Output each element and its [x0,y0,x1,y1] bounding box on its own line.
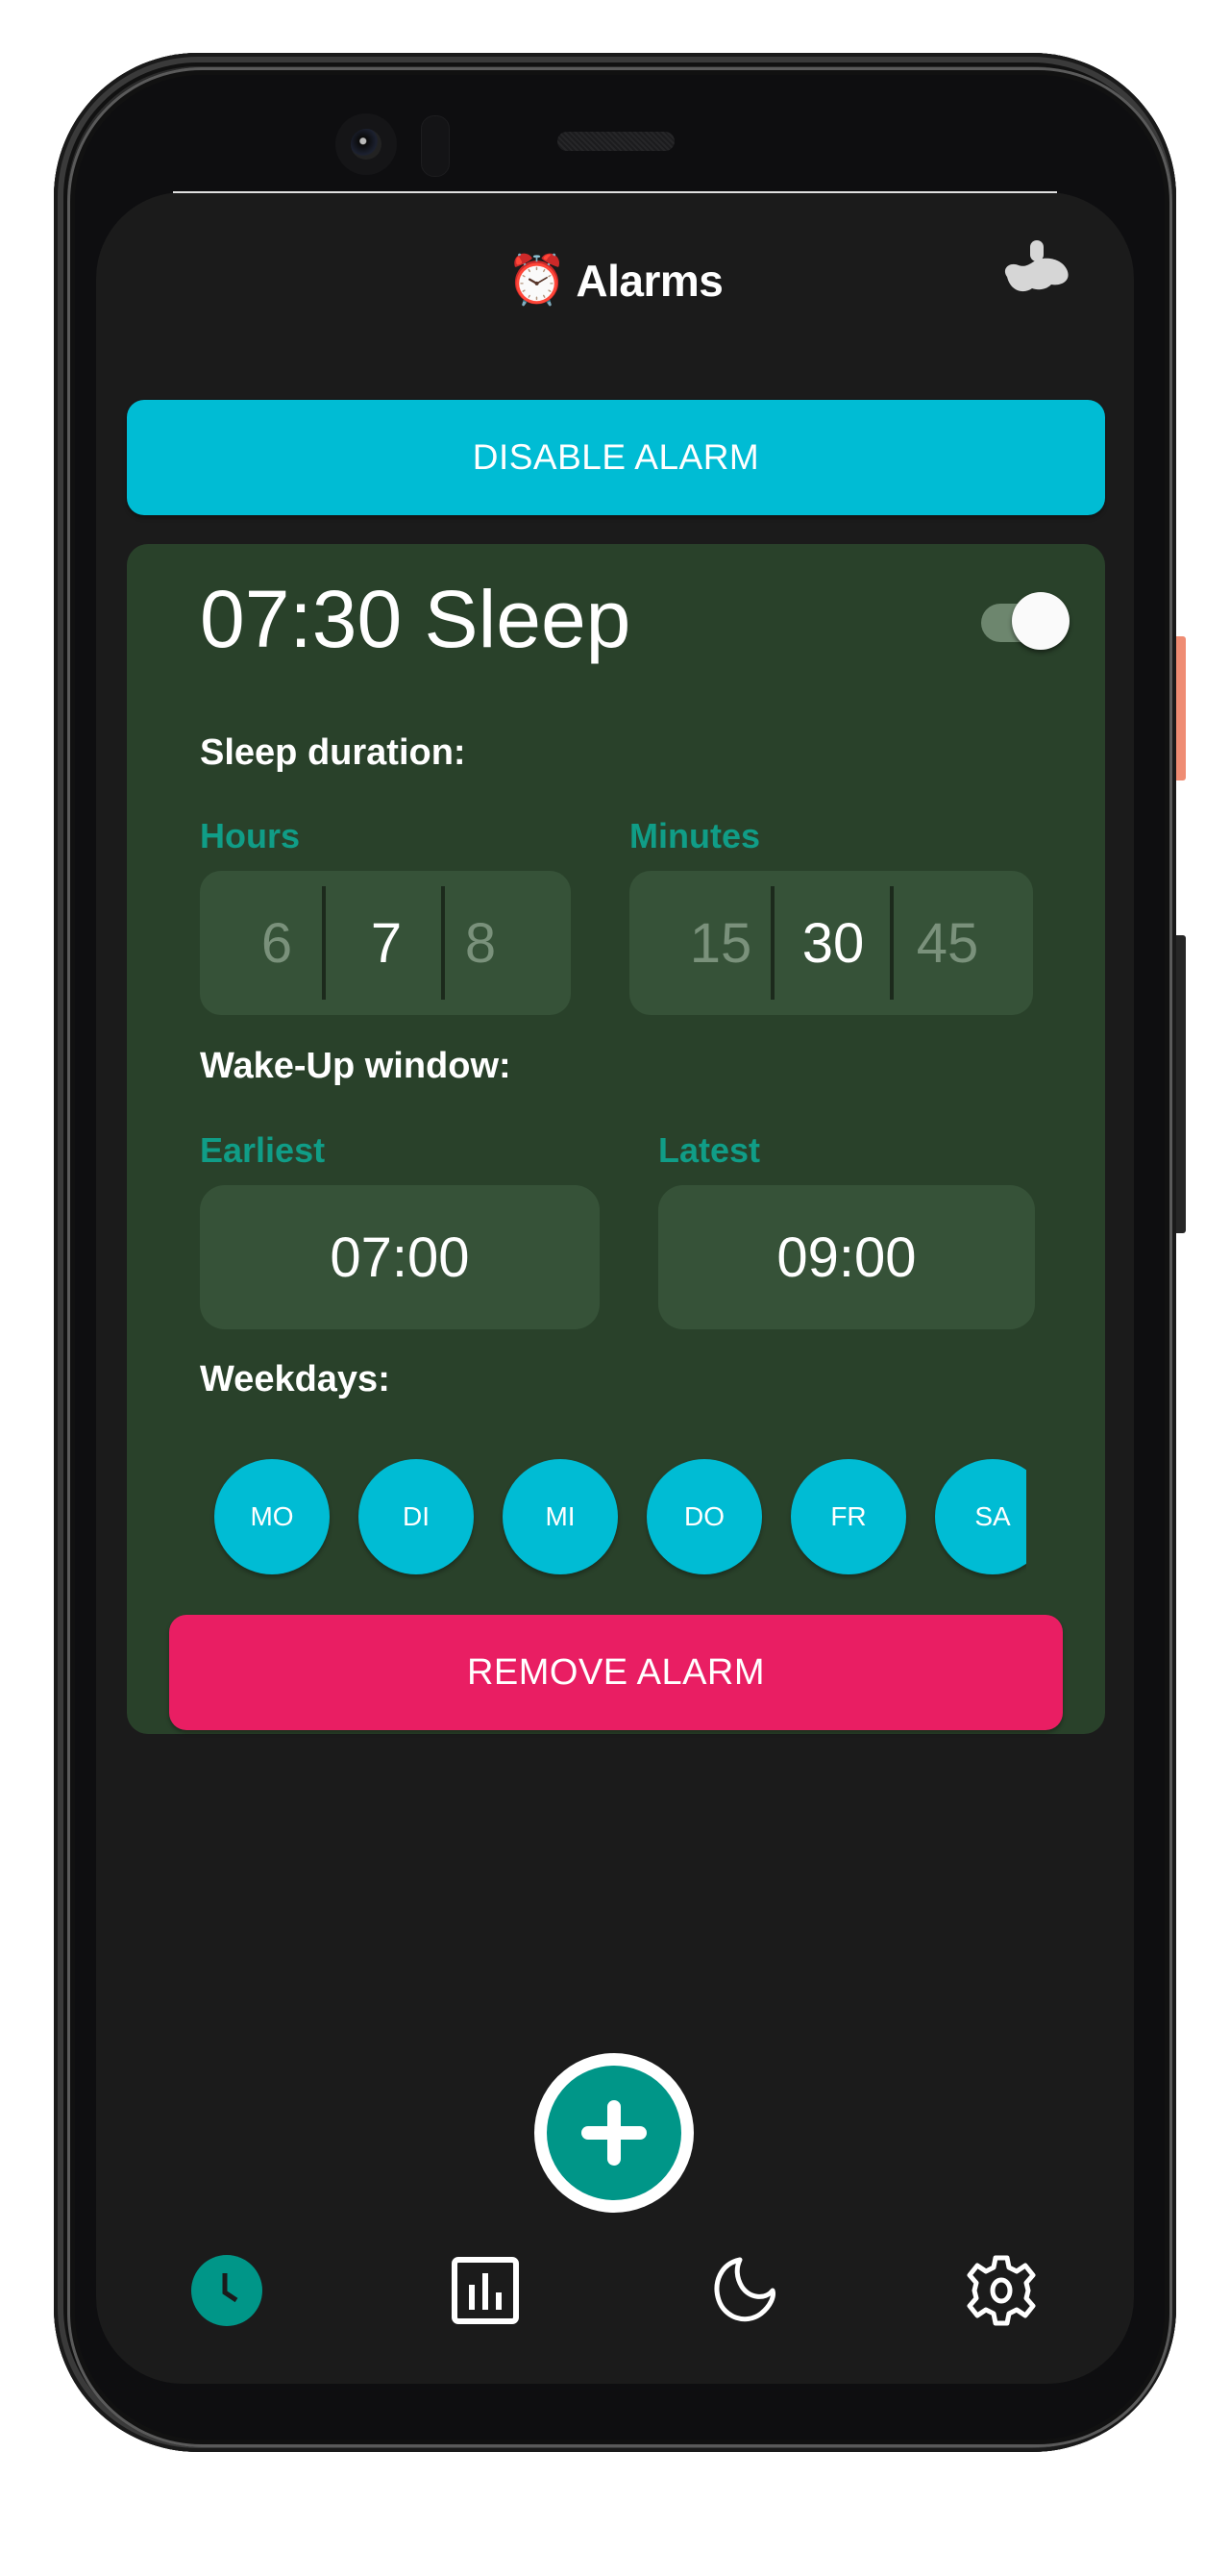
alarm-title: 07:30 Sleep [200,574,631,664]
sleep-duration-label: Sleep duration: [200,732,466,773]
camera-lens [351,129,381,160]
hours-label: Hours [200,816,301,855]
alarm-card: 07:30 Sleep Sleep duration: Hours 6 7 8 … [127,544,1105,1734]
weather-cloud-icon[interactable] [997,240,1074,298]
page-title: ⏰ Alarms [96,252,1134,309]
minutes-previous[interactable]: 15 [668,871,774,1015]
minutes-selected[interactable]: 30 [777,871,889,1015]
front-camera [335,113,397,175]
picker-divider [890,886,894,1000]
picker-divider [322,886,326,1000]
toggle-thumb [1012,592,1070,650]
weekday-toggle-do[interactable]: DO [647,1459,762,1574]
alarm-enabled-toggle[interactable] [979,590,1071,656]
hours-picker[interactable]: 6 7 8 [200,871,571,1015]
app-screen: ⏰ Alarms DISABLE ALARM 07:30 Sleep Sleep … [96,192,1134,2384]
gear-icon [967,2255,1036,2326]
weekday-toggle-sa[interactable]: SA [935,1459,1026,1574]
latest-label: Latest [658,1130,761,1170]
minutes-label: Minutes [629,816,761,855]
weekday-toggle-mo[interactable]: MO [214,1459,330,1574]
hours-selected[interactable]: 7 [334,871,438,1015]
minutes-next[interactable]: 45 [895,871,1000,1015]
hours-previous[interactable]: 6 [248,871,306,1015]
hours-next[interactable]: 8 [452,871,509,1015]
alarm-clock-icon: ⏰ [506,253,567,307]
bar-chart-icon [452,2257,519,2324]
weekday-toggle-mi[interactable]: MI [503,1459,618,1574]
minutes-picker[interactable]: 15 30 45 [629,871,1033,1015]
screen-edge-highlight [173,191,1057,193]
add-alarm-button[interactable] [534,2053,694,2213]
picker-divider [441,886,445,1000]
earliest-time-field[interactable]: 07:00 [200,1185,600,1329]
moon-icon [714,2257,775,2322]
power-button [1176,636,1186,780]
weekday-selector: MO DI MI DO FR SA [200,1455,1026,1580]
weekday-toggle-fr[interactable]: FR [791,1459,906,1574]
disable-alarm-button[interactable]: DISABLE ALARM [127,400,1105,515]
nav-item-settings[interactable] [963,2252,1040,2329]
nav-item-sleep[interactable] [705,2252,782,2329]
wake-up-window-label: Wake-Up window: [200,1046,511,1086]
latest-time-field[interactable]: 09:00 [658,1185,1035,1329]
volume-button [1176,935,1186,1233]
nav-item-statistics[interactable] [447,2252,524,2329]
add-alarm-button-fill [547,2066,681,2200]
plus-icon [581,2100,647,2166]
nav-item-alarms[interactable] [188,2252,265,2329]
remove-alarm-button[interactable]: REMOVE ALARM [169,1615,1063,1730]
earliest-label: Earliest [200,1130,326,1170]
page-title-text: Alarms [576,256,724,306]
proximity-sensor [421,115,450,177]
earpiece-speaker [557,132,675,151]
clock-icon [191,2255,262,2326]
weekday-toggle-di[interactable]: DI [358,1459,474,1574]
picker-divider [771,886,775,1000]
weekdays-label: Weekdays: [200,1359,390,1399]
